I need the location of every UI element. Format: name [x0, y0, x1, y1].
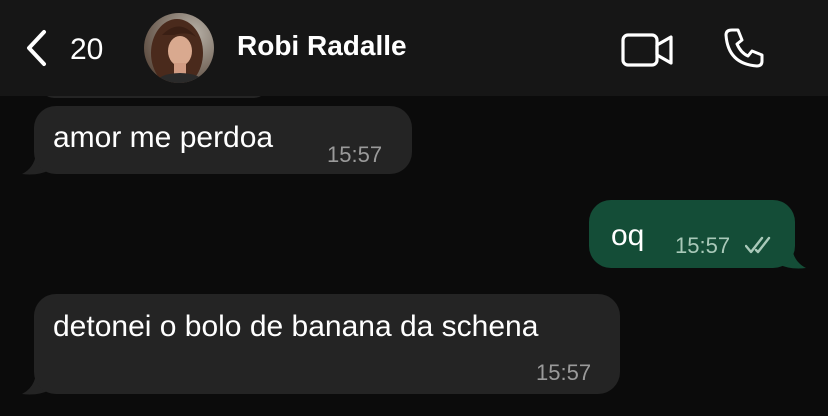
chat-screen: 20 Robi Radalle amor me perdoa 15:57 oq … [0, 0, 828, 416]
message-bubble-outgoing[interactable]: oq 15:57 [589, 200, 795, 268]
chat-header: 20 Robi Radalle [0, 0, 828, 96]
video-call-button[interactable] [620, 30, 676, 70]
message-time: 15:57 [536, 360, 592, 385]
message-bubble-incoming[interactable]: detonei o bolo de banana da schena 15:57 [34, 294, 620, 394]
message-bubble-incoming[interactable]: amor me perdoa 15:57 [34, 106, 412, 174]
chevron-left-icon [24, 28, 50, 73]
message-text: amor me perdoa [53, 121, 274, 154]
back-button[interactable]: 20 [24, 28, 103, 72]
voice-call-button[interactable] [722, 26, 766, 70]
contact-name[interactable]: Robi Radalle [237, 30, 407, 62]
phone-icon [722, 26, 766, 70]
unread-count: 20 [70, 33, 104, 66]
message-time: 15:57 [675, 233, 731, 258]
double-check-icon [745, 236, 771, 254]
message-text: oq [611, 219, 645, 252]
avatar[interactable] [144, 13, 214, 83]
video-camera-icon [620, 30, 676, 70]
message-time: 15:57 [327, 142, 383, 167]
message-text: detonei o bolo de banana da schena [53, 310, 539, 343]
